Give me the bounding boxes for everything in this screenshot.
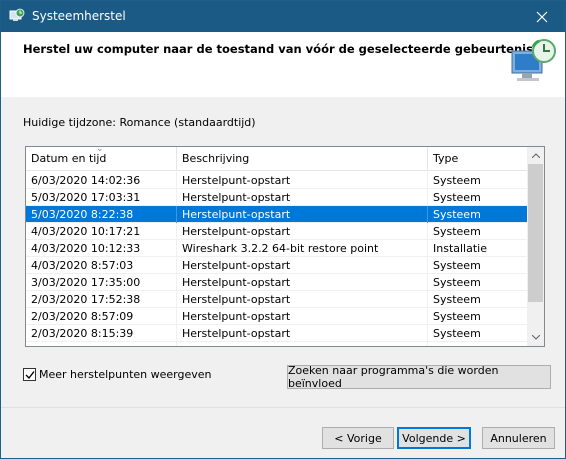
- restore-point-row[interactable]: 5/03/2020 8:22:38 Herstelpunt-opstart Syst…: [26, 206, 528, 223]
- restore-point-type: Systeem: [428, 189, 528, 206]
- more-points-checkbox[interactable]: [23, 368, 36, 381]
- checkmark-icon: [25, 370, 35, 379]
- restore-point-date: 3/03/2020 17:35:00: [26, 274, 177, 291]
- system-restore-icon: [9, 8, 25, 21]
- restore-point-row[interactable]: 4/03/2020 8:57:03 Herstelpunt-opstart Syst…: [26, 257, 528, 274]
- restore-point-description: Herstelpunt-opstart: [177, 325, 428, 342]
- restore-point-date: 4/03/2020 10:12:33: [26, 240, 177, 257]
- close-button[interactable]: [519, 1, 565, 32]
- scan-affected-programs-button[interactable]: Zoeken naar programma's die worden beïnv…: [287, 364, 551, 390]
- restore-point-date: 5/03/2020 17:03:31: [26, 189, 177, 206]
- list-rows: 6/03/2020 14:02:36 Herstelpunt-opstart Sys…: [26, 172, 528, 346]
- restore-point-row[interactable]: 2/03/2020 8:15:39 Herstelpunt-opstart Syst…: [26, 325, 528, 342]
- restore-point-description: Herstelpunt-opstart: [177, 172, 428, 189]
- restore-point-type: Systeem: [428, 172, 528, 189]
- restore-point-type: Systeem: [428, 257, 528, 274]
- restore-point-date: 1/03/2020 13:21:34: [26, 342, 177, 346]
- restore-point-description: Herstelpunt-opstart: [177, 206, 428, 223]
- sort-arrow-icon: ⌄: [96, 146, 104, 154]
- scroll-thumb[interactable]: [528, 164, 543, 302]
- more-points-option[interactable]: Meer herstelpunten weergeven: [23, 368, 212, 381]
- column-header-description-label: Beschrijving: [182, 152, 250, 165]
- restore-point-row[interactable]: 5/03/2020 17:03:31 Herstelpunt-opstart Sys…: [26, 189, 528, 206]
- column-header-date[interactable]: ⌄ Datum en tijd: [26, 147, 177, 171]
- restore-point-description: Herstelpunt-opstart: [177, 223, 428, 240]
- back-button[interactable]: < Vorige: [322, 427, 394, 449]
- list-header: ⌄ Datum en tijd Beschrijving Type: [26, 147, 528, 171]
- restore-point-row[interactable]: 3/03/2020 17:35:00 Herstelpunt-opstart Sys…: [26, 274, 528, 291]
- restore-point-date: 2/03/2020 8:57:09: [26, 308, 177, 325]
- restore-point-type: Systeem: [428, 291, 528, 308]
- system-restore-window: Systeemherstel Herstel uw computer naar …: [0, 0, 566, 459]
- restore-point-type: Systeem: [428, 274, 528, 291]
- header-panel: Herstel uw computer naar de toestand van…: [1, 32, 565, 97]
- restore-point-row[interactable]: 6/03/2020 14:02:36 Herstelpunt-opstart Sys…: [26, 172, 528, 189]
- restore-point-description: Acronis True Image restore point: [177, 342, 428, 346]
- restore-point-description: Herstelpunt-opstart: [177, 291, 428, 308]
- next-button[interactable]: Volgende >: [397, 427, 471, 449]
- restore-point-row[interactable]: 2/03/2020 8:57:09 Herstelpunt-opstart Syst…: [26, 308, 528, 325]
- column-header-type[interactable]: Type: [428, 147, 528, 171]
- column-header-type-label: Type: [433, 152, 459, 165]
- column-header-description[interactable]: Beschrijving: [177, 147, 428, 171]
- restore-point-type: Systeem: [428, 325, 528, 342]
- restore-computer-icon: [511, 39, 556, 81]
- title-bar[interactable]: Systeemherstel: [1, 1, 565, 32]
- restore-point-row[interactable]: 1/03/2020 13:21:34Acronis True Image res…: [26, 342, 528, 346]
- restore-point-date: 6/03/2020 14:02:36: [26, 172, 177, 189]
- close-icon: [536, 11, 548, 22]
- scroll-down-button[interactable]: [527, 329, 544, 346]
- restore-point-type: Systeem: [428, 206, 528, 223]
- chevron-down-icon: [531, 335, 540, 340]
- restore-point-description: Herstelpunt-opstart: [177, 189, 428, 206]
- restore-point-row[interactable]: 4/03/2020 10:17:21 Herstelpunt-opstart Sys…: [26, 223, 528, 240]
- restore-point-date: 2/03/2020 8:15:39: [26, 325, 177, 342]
- restore-points-list[interactable]: ⌄ Datum en tijd Beschrijving Type 6/03/2…: [25, 146, 545, 347]
- footer-separator: [1, 407, 565, 408]
- restore-point-row[interactable]: 2/03/2020 17:52:38 Herstelpunt-opstart Sys…: [26, 291, 528, 308]
- restore-point-date: 2/03/2020 17:52:38: [26, 291, 177, 308]
- vertical-scrollbar[interactable]: [527, 147, 544, 346]
- more-points-label: Meer herstelpunten weergeven: [39, 368, 212, 381]
- restore-point-type: Systeem: [428, 308, 528, 325]
- window-title: Systeemherstel: [32, 9, 126, 23]
- restore-point-description: Wireshark 3.2.2 64-bit restore point: [177, 240, 428, 257]
- chevron-up-icon: [531, 153, 540, 158]
- restore-point-type: Installatie: [428, 240, 528, 257]
- scroll-up-button[interactable]: [527, 147, 544, 164]
- restore-point-type: Installatie: [428, 342, 528, 346]
- restore-point-date: 4/03/2020 10:17:21: [26, 223, 177, 240]
- timezone-label: Huidige tijdzone: Romance (standaardtijd…: [23, 116, 256, 129]
- cancel-button[interactable]: Annuleren: [482, 427, 555, 449]
- restore-point-description: Herstelpunt-opstart: [177, 308, 428, 325]
- restore-point-row[interactable]: 4/03/2020 10:12:33 Wireshark 3.2.2 64-bit…: [26, 240, 528, 257]
- restore-point-description: Herstelpunt-opstart: [177, 274, 428, 291]
- page-heading: Herstel uw computer naar de toestand van…: [23, 42, 533, 56]
- restore-point-date: 5/03/2020 8:22:38: [26, 206, 177, 223]
- restore-point-date: 4/03/2020 8:57:03: [26, 257, 177, 274]
- restore-point-type: Systeem: [428, 223, 528, 240]
- restore-point-description: Herstelpunt-opstart: [177, 257, 428, 274]
